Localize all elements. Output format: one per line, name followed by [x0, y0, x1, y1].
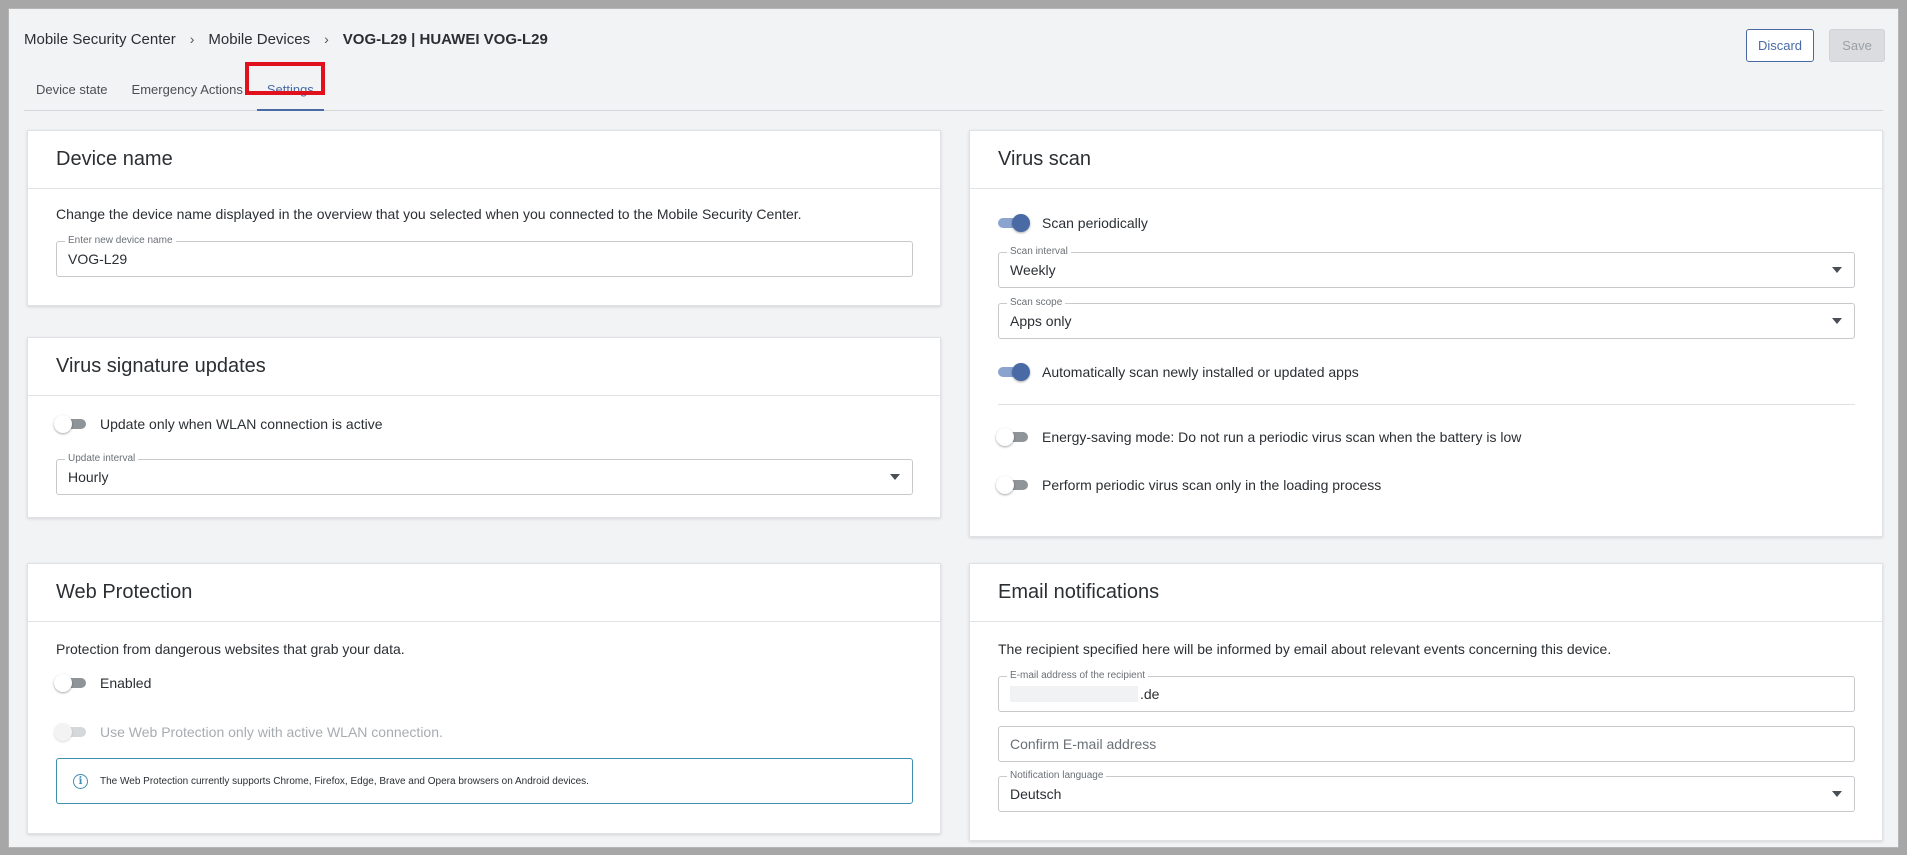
recipient-email-domain: .de — [1140, 686, 1160, 702]
scan-scope-select[interactable]: Scan scope Apps only — [998, 297, 1855, 339]
chevron-down-icon — [1832, 791, 1842, 797]
virus-scan-title: Virus scan — [970, 131, 1882, 189]
tab-device-state[interactable]: Device state — [24, 69, 120, 110]
virus-signature-updates-title: Virus signature updates — [28, 338, 940, 396]
redacted-email-block — [1010, 686, 1138, 702]
email-notifications-card: Email notifications The recipient specif… — [969, 563, 1883, 841]
web-protection-wlan-only-toggle[interactable] — [54, 722, 88, 742]
breadcrumb-current-device: VOG-L29 | HUAWEI VOG-L29 — [342, 30, 548, 48]
recipient-email-input[interactable]: E-mail address of the recipient .de — [998, 670, 1855, 712]
web-protection-enabled-toggle[interactable] — [54, 673, 88, 693]
chevron-right-icon: › — [189, 31, 195, 47]
update-wlan-only-toggle[interactable] — [54, 414, 88, 434]
update-wlan-only-row: Update only when WLAN connection is acti… — [54, 414, 382, 434]
scan-interval-value: Weekly — [1010, 262, 1056, 278]
web-protection-wlan-only-row: Use Web Protection only with active WLAN… — [54, 722, 443, 742]
update-interval-select[interactable]: Update interval Hourly — [56, 453, 913, 495]
breadcrumb-mobile-security-center[interactable]: Mobile Security Center — [24, 31, 176, 48]
breadcrumb: Mobile Security Center › Mobile Devices … — [24, 29, 548, 49]
web-protection-description: Protection from dangerous websites that … — [56, 641, 405, 657]
chevron-down-icon — [1832, 318, 1842, 324]
tab-emergency-actions[interactable]: Emergency Actions — [120, 69, 255, 110]
device-name-input[interactable]: Enter new device name VOG-L29 — [56, 235, 913, 277]
energy-saving-label: Energy-saving mode: Do not run a periodi… — [1042, 429, 1522, 445]
recipient-email-value: .de — [1010, 677, 1159, 711]
loading-only-label: Perform periodic virus scan only in the … — [1042, 477, 1382, 493]
virus-signature-updates-card: Virus signature updates Update only when… — [27, 337, 941, 518]
confirm-email-input[interactable]: Confirm E-mail address — [998, 726, 1855, 762]
web-protection-enabled-label: Enabled — [100, 675, 152, 691]
auto-scan-label: Automatically scan newly installed or up… — [1042, 364, 1359, 380]
scan-periodically-row: Scan periodically — [996, 213, 1148, 233]
email-notifications-description: The recipient specified here will be inf… — [998, 641, 1612, 657]
chevron-right-icon: › — [324, 31, 329, 47]
web-protection-title: Web Protection — [28, 564, 940, 622]
loading-only-toggle[interactable] — [996, 475, 1030, 495]
confirm-email-placeholder: Confirm E-mail address — [1010, 736, 1157, 752]
auto-scan-toggle[interactable] — [996, 362, 1030, 382]
info-icon: i — [73, 773, 88, 789]
scan-periodically-toggle[interactable] — [996, 213, 1030, 233]
energy-saving-row: Energy-saving mode: Do not run a periodi… — [996, 427, 1521, 447]
tab-bar: Device state Emergency Actions Settings — [24, 69, 1883, 111]
tab-settings[interactable]: Settings — [255, 69, 326, 111]
virus-scan-divider — [998, 404, 1855, 405]
device-name-title: Device name — [28, 131, 940, 189]
web-protection-info-box: i The Web Protection currently supports … — [56, 758, 913, 804]
discard-button[interactable]: Discard — [1746, 29, 1814, 62]
virus-scan-card: Virus scan Scan periodically Scan interv… — [969, 130, 1883, 537]
update-wlan-only-label: Update only when WLAN connection is acti… — [100, 416, 383, 432]
loading-only-row: Perform periodic virus scan only in the … — [996, 475, 1381, 495]
chevron-down-icon — [890, 474, 900, 480]
auto-scan-row: Automatically scan newly installed or up… — [996, 362, 1359, 382]
notification-language-value: Deutsch — [1010, 786, 1062, 802]
web-protection-wlan-only-label: Use Web Protection only with active WLAN… — [100, 724, 443, 740]
scan-interval-select[interactable]: Scan interval Weekly — [998, 246, 1855, 288]
energy-saving-toggle[interactable] — [996, 427, 1030, 447]
scan-periodically-label: Scan periodically — [1042, 215, 1148, 231]
scan-scope-value: Apps only — [1010, 313, 1072, 329]
chevron-down-icon — [1832, 267, 1842, 273]
notification-language-select[interactable]: Notification language Deutsch — [998, 770, 1855, 812]
email-notifications-title: Email notifications — [970, 564, 1882, 622]
save-button[interactable]: Save — [1829, 29, 1885, 62]
device-name-card: Device name Change the device name displ… — [27, 130, 941, 306]
update-interval-value: Hourly — [68, 469, 109, 485]
web-protection-card: Web Protection Protection from dangerous… — [27, 563, 941, 834]
web-protection-enabled-row: Enabled — [54, 673, 151, 693]
device-name-input-value: VOG-L29 — [68, 251, 128, 267]
web-protection-info-text: The Web Protection currently supports Ch… — [100, 775, 589, 787]
breadcrumb-mobile-devices[interactable]: Mobile Devices — [208, 31, 310, 48]
app-window: Mobile Security Center › Mobile Devices … — [8, 8, 1899, 848]
device-name-description: Change the device name displayed in the … — [56, 206, 802, 222]
